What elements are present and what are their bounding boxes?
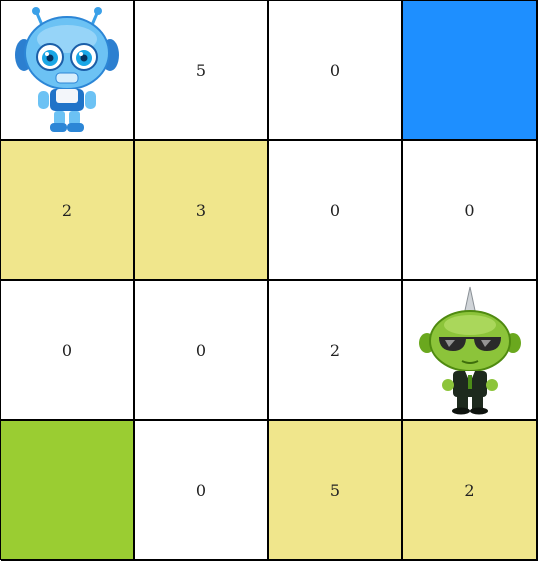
- cell-r1-c3[interactable]: 0: [403, 141, 538, 281]
- cell-r2-c0[interactable]: 0: [1, 281, 135, 421]
- cell-r1-c1[interactable]: 3: [135, 141, 269, 281]
- green-alien-icon: [418, 286, 521, 415]
- board-row: 0 0 2: [1, 281, 538, 421]
- cell-r0-c3[interactable]: [403, 1, 538, 141]
- game-board: 5 0 2 3 0 0 0 0 2 0 5 2: [0, 0, 538, 561]
- cell-r2-c1[interactable]: 0: [135, 281, 269, 421]
- board-row: 5 0: [1, 1, 538, 141]
- cell-r3-c3[interactable]: 2: [403, 421, 538, 561]
- cell-r3-c2[interactable]: 5: [269, 421, 403, 561]
- blue-robot-icon: [15, 7, 119, 132]
- cell-r1-c0[interactable]: 2: [1, 141, 135, 281]
- board-row: 2 3 0 0: [1, 141, 538, 281]
- cell-r1-c2[interactable]: 0: [269, 141, 403, 281]
- cell-r3-c1[interactable]: 0: [135, 421, 269, 561]
- cell-r2-c3[interactable]: [403, 281, 538, 421]
- cell-r0-c1[interactable]: 5: [135, 1, 269, 141]
- cell-r0-c2[interactable]: 0: [269, 1, 403, 141]
- cell-r0-c0[interactable]: [1, 1, 135, 141]
- board-row: 0 5 2: [1, 421, 538, 561]
- cell-r2-c2[interactable]: 2: [269, 281, 403, 421]
- cell-r3-c0[interactable]: [1, 421, 135, 561]
